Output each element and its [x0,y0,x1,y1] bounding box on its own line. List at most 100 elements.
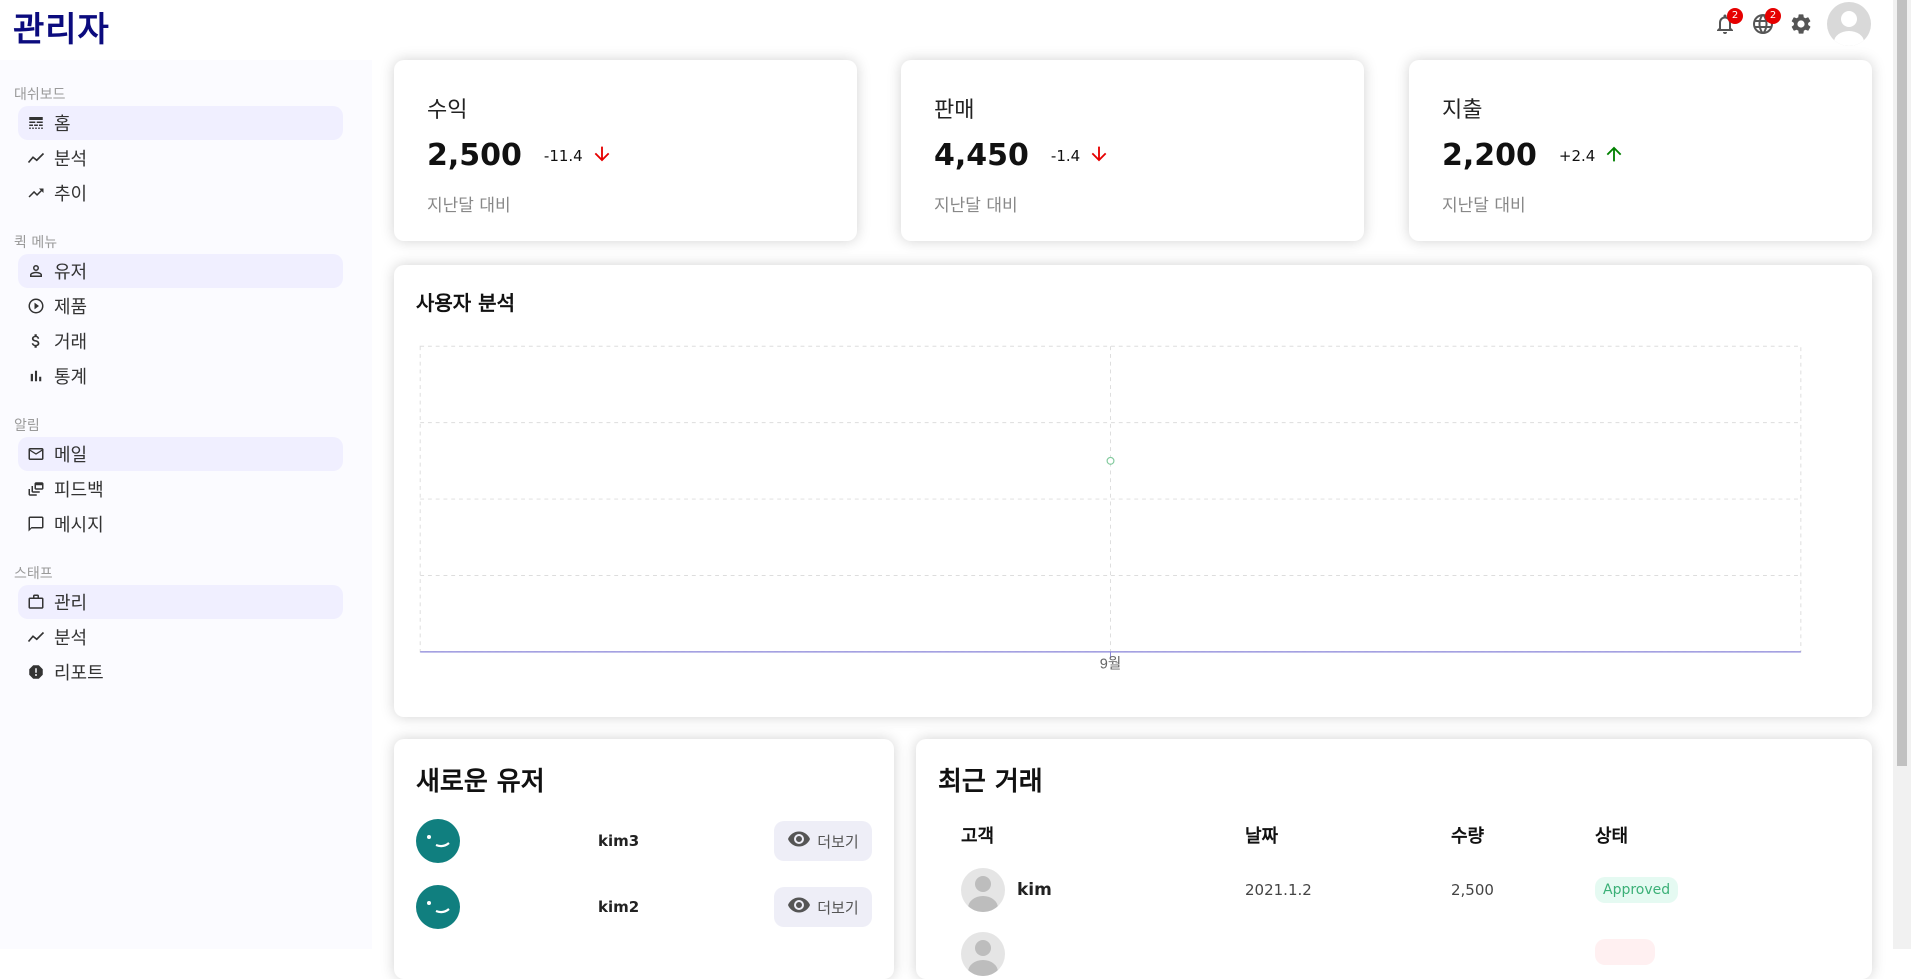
user-avatar [416,885,460,929]
play-circle-icon [26,296,46,316]
sidebar-item[interactable]: 리포트 [18,655,343,689]
scrollbar-thumb[interactable] [1897,0,1907,766]
featured-rate: +2.4 [1559,143,1625,169]
sidebar-section-title: 알림 [14,418,40,434]
amount-cell: 2,500 [1451,881,1494,899]
header-amount: 수량 [1451,826,1485,847]
app-logo[interactable]: 관리자 [13,2,110,51]
sidebar-item[interactable]: 피드백 [18,472,343,506]
featured-card-sales: 판매 4,450 -1.4 지난달 대비 [901,60,1364,241]
avatar[interactable] [1827,2,1871,46]
recent-transactions-widget: 최근 거래 고객 날짜 수량 상태 kim 2021.1.2 2,500 App… [916,739,1872,979]
sidebar-item[interactable]: 메시지 [18,507,343,541]
user-name: kim2 [598,898,640,916]
featured-money: 2,200 [1442,138,1537,173]
dynamic-feed-icon [26,479,46,499]
new-users-widget: 새로운 유저 kim3 더보기 kim2 더보기 [394,739,894,979]
featured-sub: 지난달 대비 [427,196,511,216]
timeline-icon [26,148,46,168]
chart-data-point [1106,456,1115,465]
featured-sub: 지난달 대비 [934,196,1018,216]
sidebar-item[interactable]: 분석 [18,141,343,175]
arrow-up-icon [1595,143,1625,169]
language-badge: 2 [1765,8,1781,24]
trending-up-icon [26,183,46,203]
sidebar-item-label: 관리 [54,593,88,614]
view-more-button[interactable]: 더보기 [774,887,872,927]
timeline-icon [26,627,46,647]
arrow-down-icon [583,143,613,169]
sidebar-item-label: 분석 [54,149,88,170]
featured-rate: -1.4 [1051,143,1110,169]
page-scrollbar[interactable] [1893,0,1911,949]
line-style-icon [26,113,46,133]
customer-name: kim [1017,880,1052,900]
chat-bubble-icon [26,514,46,534]
status-cell: Approved [1595,877,1745,903]
sidebar-item[interactable]: 거래 [18,324,343,358]
transactions-header: 고객 날짜 수량 상태 [961,822,1850,848]
person-icon [26,261,46,281]
status-cell [1595,939,1745,969]
notifications-badge: 2 [1727,8,1743,24]
header-date: 날짜 [1245,826,1279,847]
bell-icon[interactable]: 2 [1713,8,1743,36]
globe-icon[interactable]: 2 [1751,8,1781,36]
sidebar-item-label: 통계 [54,367,88,388]
featured-rate: -11.4 [544,143,613,169]
sidebar-item[interactable]: 유저 [18,254,343,288]
gear-icon[interactable] [1789,12,1813,36]
transactions-rows: kim 2021.1.2 2,500 Approved [938,868,1850,976]
view-more-button[interactable]: 더보기 [774,821,872,861]
sidebar-item-label: 피드백 [54,480,104,501]
sidebar-item[interactable]: 제품 [18,289,343,323]
status-badge[interactable]: Approved [1595,877,1679,903]
sidebar-section-title: 퀵 메뉴 [14,235,58,251]
sidebar-item[interactable]: 메일 [18,437,343,471]
featured-title: 판매 [934,98,975,123]
customer-cell: kim [961,868,1245,912]
featured-card-cost: 지출 2,200 +2.4 지난달 대비 [1409,60,1872,241]
sidebar-section-title: 스태프 [14,566,53,582]
sidebar-item-label: 메시지 [54,515,104,536]
featured-rate-value: +2.4 [1558,146,1596,165]
eye-icon [787,893,817,921]
sidebar-item[interactable]: 관리 [18,585,343,619]
mail-icon [26,444,46,464]
customer-avatar [961,868,1005,912]
sidebar-item[interactable]: 추이 [18,176,343,210]
sidebar-item-label: 거래 [54,332,88,353]
arrow-down-icon [1080,143,1110,169]
featured-card-revenue: 수익 2,500 -11.4 지난달 대비 [394,60,857,241]
featured-money: 2,500 [427,138,522,173]
sidebar-item[interactable]: 통계 [18,359,343,393]
sidebar-item-label: 제품 [54,297,88,318]
new-users-list: kim3 더보기 kim2 더보기 [416,818,872,930]
user-avatar [416,819,460,863]
featured-title: 지출 [1442,98,1483,123]
featured-rate-value: -11.4 [543,146,583,165]
sidebar-item-label: 메일 [54,445,88,466]
featured-money: 4,450 [934,138,1029,173]
transactions-title: 최근 거래 [938,767,1043,797]
sidebar-item-label: 유저 [54,262,88,283]
bar-chart-icon [26,366,46,386]
sidebar-item[interactable]: 홈 [18,106,343,140]
topbar: 관리자 2 2 [0,0,1893,51]
line-chart: 9월 [419,345,1802,672]
status-badge[interactable] [1595,939,1655,965]
report-icon [26,662,46,682]
eye-icon [787,827,817,855]
dollar-icon [26,331,46,351]
view-more-label: 더보기 [817,898,859,917]
sidebar-item[interactable]: 분석 [18,620,343,654]
header-customer: 고객 [961,826,995,847]
sidebar-item-label: 분석 [54,628,88,649]
table-row [961,932,1850,976]
new-users-title: 새로운 유저 [416,767,545,797]
new-user-item: kim3 더보기 [416,818,872,864]
topbar-icons: 2 2 [1699,2,1871,46]
briefcase-icon [26,592,46,612]
sidebar-item-label: 홈 [54,114,71,135]
featured-sub: 지난달 대비 [1442,196,1526,216]
